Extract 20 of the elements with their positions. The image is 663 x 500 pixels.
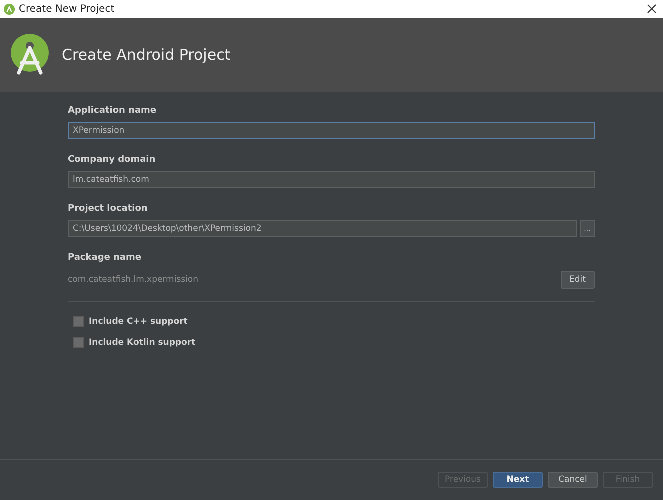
android-studio-logo-icon [10, 33, 50, 77]
checkbox-label: Include C++ support [89, 316, 188, 326]
app-icon [4, 4, 15, 14]
text-field[interactable]: C:\Users\10024\Desktop\other\XPermission2 [68, 220, 577, 237]
field-label: Application name [68, 106, 158, 116]
package-name: com.cateatfish.lm.xpermission [68, 275, 199, 285]
field-label: Project location [68, 204, 149, 214]
text-field[interactable]: XPermission [68, 122, 595, 139]
field-label: Package name [68, 253, 142, 263]
dialog-button[interactable]: Cancel [548, 472, 598, 488]
checkbox-label: Include Kotlin support [89, 338, 196, 348]
close-icon[interactable] [647, 4, 657, 14]
dialog-button[interactable]: Next [493, 472, 543, 488]
checkbox[interactable] [73, 316, 84, 327]
checkbox[interactable] [73, 337, 84, 348]
field-label: Company domain [68, 155, 157, 165]
window-title: Create New Project [19, 4, 115, 14]
text-field[interactable]: lm.cateatfish.com [68, 171, 595, 188]
header-title: Create Android Project [62, 46, 231, 64]
edit-button[interactable]: Edit [560, 271, 595, 289]
